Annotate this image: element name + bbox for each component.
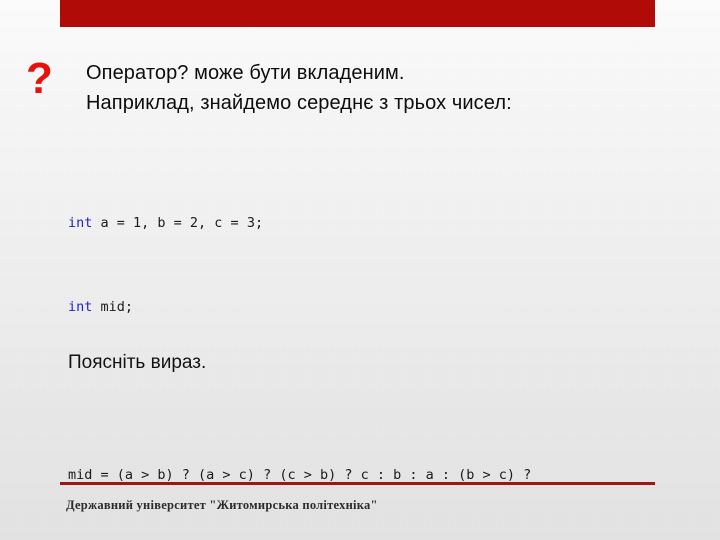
title-line-2: Наприклад, знайдемо середнє з трьох чисе… <box>86 92 512 114</box>
footer-divider <box>60 482 655 485</box>
slide-canvas: ? Оператор? може бути вкладеним. Наприкл… <box>0 0 720 540</box>
closing-instruction: Поясніть вираз. <box>68 352 207 373</box>
code-keyword-int-2: int <box>68 299 93 315</box>
code-line-1-rest: a = 1, b = 2, c = 3; <box>92 215 264 231</box>
code-line-2-rest: mid; <box>92 299 134 315</box>
code-line-blank-1 <box>68 381 668 402</box>
code-keyword-int-1: int <box>68 215 93 231</box>
footer-institution-name: Державний університет "Житомирська політ… <box>66 498 378 512</box>
title-block: Оператор? може бути вкладеним. Наприклад… <box>86 58 646 118</box>
top-red-banner <box>60 0 655 27</box>
code-line-1: int a = 1, b = 2, c = 3; <box>68 213 668 234</box>
title-line-1: Оператор? може бути вкладеним. <box>86 62 405 84</box>
question-mark-icon: ? <box>26 54 53 103</box>
code-line-2: int mid; <box>68 297 668 318</box>
